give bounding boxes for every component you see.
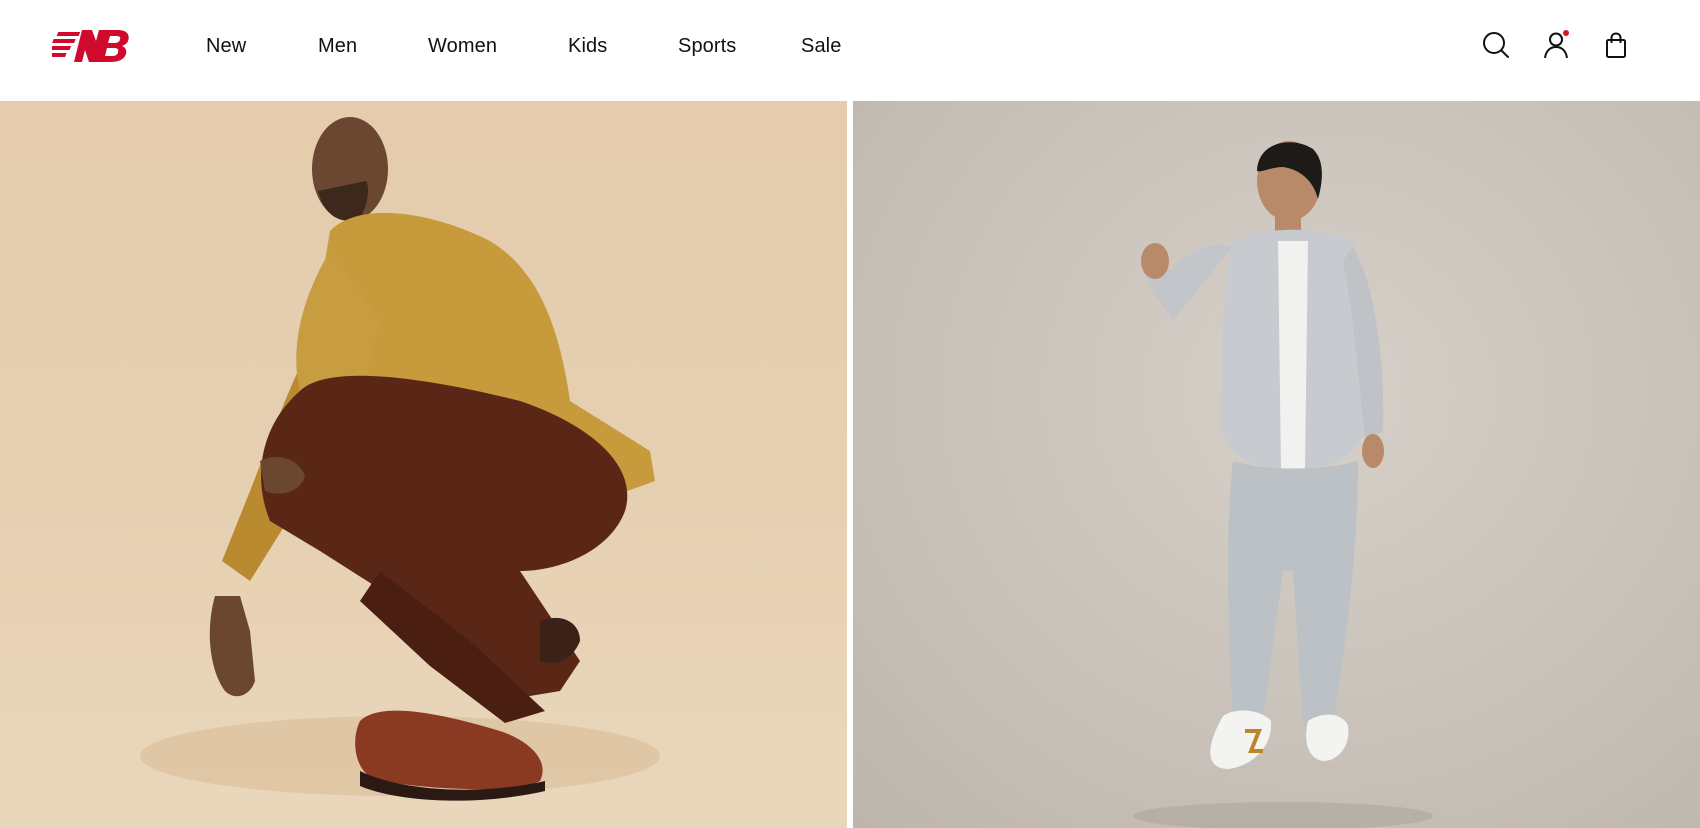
site-header: New Men Women Kids Sports Sale [0, 0, 1700, 101]
nav-item-sale[interactable]: Sale [801, 35, 841, 58]
nav-item-women[interactable]: Women [428, 35, 497, 58]
notification-dot [1563, 30, 1569, 36]
hero-image-right[interactable] [853, 101, 1700, 828]
shopping-bag-icon[interactable] [1601, 30, 1631, 60]
nav-item-new[interactable]: New [206, 35, 246, 58]
header-actions [0, 0, 1700, 92]
new-balance-logo-icon[interactable] [43, 27, 130, 65]
search-icon[interactable] [1481, 30, 1511, 60]
man-crouching-photo [140, 117, 660, 801]
man-standing-tracksuit-photo [1133, 141, 1433, 828]
nav-item-men[interactable]: Men [318, 35, 357, 58]
nav-item-sports[interactable]: Sports [678, 35, 736, 58]
hero-image-left[interactable] [0, 101, 847, 828]
account-icon[interactable] [1541, 30, 1571, 60]
nav-item-kids[interactable]: Kids [568, 35, 607, 58]
